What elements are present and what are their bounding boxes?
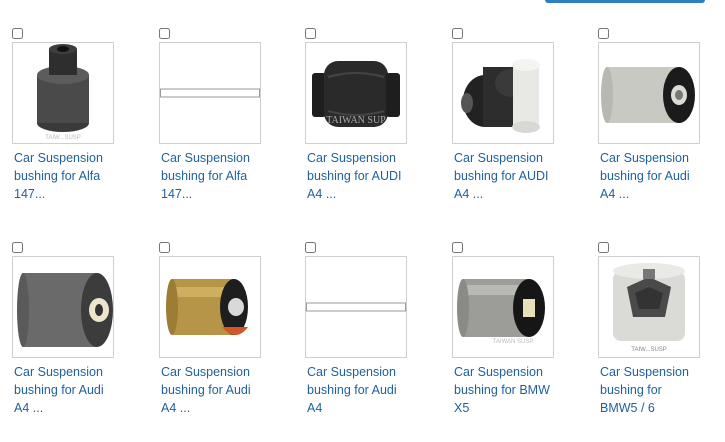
product-thumbnail[interactable]: TAIW...SUSP [12, 42, 114, 144]
silver-bushing-icon [601, 67, 695, 123]
select-checkbox[interactable] [598, 242, 609, 253]
product-card: TAIW...SUSP Car Suspension bushing for Al… [12, 28, 152, 228]
select-checkbox[interactable] [305, 242, 316, 253]
select-checkbox[interactable] [12, 28, 23, 39]
product-title-link[interactable]: Car Suspension bushing for Audi A4 ... [600, 149, 725, 203]
product-title-link[interactable]: Car Suspension bushing for Alfa 147... [161, 149, 286, 203]
product-card: Car Suspension bushing for Audi A4 [305, 242, 445, 442]
product-thumbnail[interactable] [159, 256, 261, 358]
select-checkbox[interactable] [305, 28, 316, 39]
two-tone-bushing-icon [461, 59, 540, 133]
select-checkbox[interactable] [452, 28, 463, 39]
product-thumbnail[interactable]: TAIW...SUSP [598, 256, 700, 358]
product-thumbnail[interactable]: TAIWAN SUP [305, 42, 407, 144]
product-card: Car Suspension bushing for Audi A4 ... [598, 28, 725, 228]
mount-bushing-icon: TAIW...SUSP [613, 263, 685, 353]
svg-text:TAIW...SUSP: TAIW...SUSP [45, 135, 81, 141]
select-checkbox[interactable] [598, 28, 609, 39]
black-rubber-bushing-icon: TAIWAN SUP [312, 61, 400, 127]
select-checkbox[interactable] [12, 242, 23, 253]
svg-text:TAIW...SUSP: TAIW...SUSP [631, 347, 667, 353]
product-thumbnail[interactable] [452, 42, 554, 144]
steel-bushing-icon: TAIWAN SUSP [457, 279, 545, 345]
product-card: TAIW...SUSP Car Suspension bushing for BMW… [598, 242, 725, 442]
product-title-link[interactable]: Car Suspension bushing for BMW X5 [454, 363, 579, 417]
product-title-link[interactable]: Car Suspension bushing for Audi A4 ... [14, 363, 139, 417]
product-thumbnail[interactable] [598, 42, 700, 144]
product-title-link[interactable]: Car Suspension bushing for Audi A4 ... [161, 363, 286, 417]
brass-bushing-icon [166, 279, 248, 335]
image-placeholder-icon [160, 88, 260, 98]
select-checkbox[interactable] [452, 242, 463, 253]
product-thumbnail[interactable] [305, 256, 407, 358]
gray-bushing-icon [17, 273, 113, 347]
product-card: Car Suspension bushing for Alfa 147... [159, 28, 299, 228]
product-card: Car Suspension bushing for Audi A4 ... [159, 242, 299, 442]
svg-text:TAIWAN SUSP: TAIWAN SUSP [493, 339, 534, 345]
product-title-link[interactable]: Car Suspension bushing for AUDI A4 ... [454, 149, 579, 203]
product-thumbnail[interactable] [12, 256, 114, 358]
black-cylinder-bushing-icon: TAIW...SUSP [37, 44, 89, 141]
svg-text:TAIWAN SUP: TAIWAN SUP [326, 115, 386, 126]
product-title-link[interactable]: Car Suspension bushing for AUDI A4 ... [307, 149, 432, 203]
select-checkbox[interactable] [159, 242, 170, 253]
product-title-link[interactable]: Car Suspension bushing for Alfa 147... [14, 149, 139, 203]
product-card: Car Suspension bushing for Audi A4 ... [12, 242, 152, 442]
product-title-link[interactable]: Car Suspension bushing for BMW5 / 6 [600, 363, 725, 417]
product-card: TAIWAN SUP Car Suspension bushing for AUD… [305, 28, 445, 228]
product-title-link[interactable]: Car Suspension bushing for Audi A4 [307, 363, 432, 417]
select-checkbox[interactable] [159, 28, 170, 39]
product-thumbnail[interactable] [159, 42, 261, 144]
image-placeholder-icon [306, 302, 406, 312]
product-thumbnail[interactable]: TAIWAN SUSP [452, 256, 554, 358]
product-card: Car Suspension bushing for AUDI A4 ... [452, 28, 592, 228]
product-card: TAIWAN SUSP Car Suspension bushing for BM… [452, 242, 592, 442]
product-grid: TAIW...SUSP Car Suspension bushing for Al… [0, 0, 725, 440]
